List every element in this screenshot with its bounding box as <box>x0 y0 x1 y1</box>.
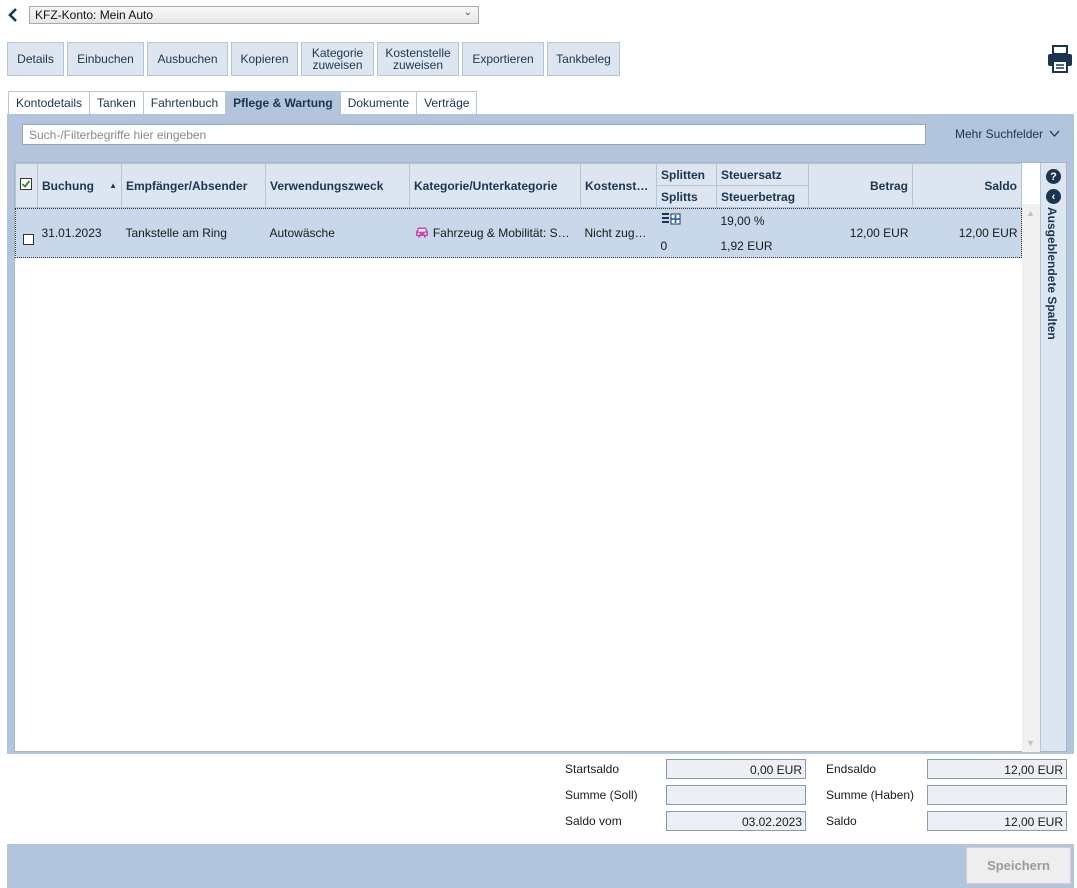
print-icon[interactable] <box>1047 45 1073 73</box>
col-saldo[interactable]: Saldo <box>912 163 1022 208</box>
details-button-label: Details <box>17 52 54 66</box>
car-icon <box>415 227 428 238</box>
row-checkbox[interactable] <box>15 207 38 258</box>
einbuchen-button-label: Einbuchen <box>77 52 134 66</box>
summary-section: Startsaldo 0,00 EUR Summe (Soll) Saldo v… <box>7 754 1074 844</box>
sort-asc-icon: ▲ <box>109 180 117 190</box>
tab-kontodetails[interactable]: Kontodetails <box>8 91 91 114</box>
tab-bar: Kontodetails Tanken Fahrtenbuch Pflege &… <box>8 91 478 114</box>
details-button[interactable]: Details <box>7 42 64 76</box>
saldo-field: 12,00 EUR <box>927 811 1067 831</box>
save-button[interactable]: Speichern <box>966 847 1071 884</box>
scroll-up-icon[interactable]: ▲ <box>1026 208 1035 218</box>
split-icon <box>661 213 680 225</box>
tankbeleg-button-label: Tankbeleg <box>556 52 611 66</box>
col-splitten[interactable]: Splitten <box>656 163 717 186</box>
kopieren-button[interactable]: Kopieren <box>231 42 298 76</box>
tab-fahrtenbuch[interactable]: Fahrtenbuch <box>142 91 227 114</box>
col-empfaenger[interactable]: Empfänger/Absender <box>121 163 266 208</box>
cell-buchung: 31.01.2023 <box>37 207 122 258</box>
cell-steuersatz: 19,00 % <box>716 207 809 234</box>
checkbox-unchecked-icon <box>22 234 34 246</box>
kostenstelle-zuweisen-button[interactable]: Kostenstelle zuweisen <box>377 42 459 76</box>
cell-kategorie: Fahrzeug & Mobilität: S… <box>409 207 581 258</box>
scroll-down-icon[interactable]: ▼ <box>1026 738 1035 748</box>
saldo-label: Saldo <box>826 814 857 828</box>
ausbuchen-button-label: Ausbuchen <box>157 52 218 66</box>
vertical-scrollbar[interactable]: ▲ ▼ <box>1022 204 1040 752</box>
endsaldo-field: 12,00 EUR <box>927 759 1067 779</box>
startsaldo-label: Startsaldo <box>565 762 620 776</box>
tab-vertraege[interactable]: Verträge <box>416 91 478 114</box>
chevron-down-icon <box>1049 130 1060 137</box>
cell-betrag: 12,00 EUR <box>808 207 913 258</box>
summe-haben-field <box>927 785 1067 805</box>
more-search-fields-button[interactable]: Mehr Suchfelder <box>955 127 1060 141</box>
cell-splitts: 0 <box>656 233 717 258</box>
col-steuersatz[interactable]: Steuersatz <box>716 163 809 186</box>
account-select[interactable]: KFZ-Konto: Mein Auto ⌄ <box>29 6 479 24</box>
account-select-value: KFZ-Konto: Mein Auto <box>35 8 154 22</box>
saldo-vom-label: Saldo vom <box>565 814 622 828</box>
endsaldo-label: Endsaldo <box>826 762 877 776</box>
kopieren-button-label: Kopieren <box>240 52 289 66</box>
col-buchung-label: Buchung <box>42 178 94 193</box>
saldo-vom-field: 03.02.2023 <box>666 811 806 831</box>
col-buchung[interactable]: Buchung ▲ <box>37 163 122 208</box>
tankbeleg-button[interactable]: Tankbeleg <box>547 42 620 76</box>
exportieren-button[interactable]: Exportieren <box>462 42 544 76</box>
tab-tanken[interactable]: Tanken <box>89 91 144 114</box>
cell-saldo: 12,00 EUR <box>912 207 1022 258</box>
hidden-columns-label: Ausgeblendete Spalten <box>1045 207 1059 340</box>
cell-verwendungszweck: Autowäsche <box>265 207 410 258</box>
exportieren-button-label: Exportieren <box>472 52 534 66</box>
summe-soll-label: Summe (Soll) <box>565 788 638 802</box>
col-kategorie[interactable]: Kategorie/Unterkategorie <box>409 163 581 208</box>
chevron-down-icon: ⌄ <box>463 7 472 18</box>
cell-kategorie-text: Fahrzeug & Mobilität: S… <box>432 225 570 240</box>
help-icon[interactable]: ? <box>1046 169 1061 184</box>
ausbuchen-button[interactable]: Ausbuchen <box>147 42 228 76</box>
cell-kostenstelle: Nicht zug… <box>580 207 657 258</box>
tab-dokumente[interactable]: Dokumente <box>339 91 418 114</box>
col-splitts[interactable]: Splitts <box>656 185 717 208</box>
cell-splitten[interactable] <box>656 207 717 234</box>
col-steuerbetrag[interactable]: Steuerbetrag <box>716 185 809 208</box>
chevron-left-icon[interactable]: ‹ <box>1046 189 1061 204</box>
search-input[interactable]: Such-/Filterbegriffe hier eingeben <box>22 124 926 145</box>
cell-empfaenger: Tankstelle am Ring <box>121 207 266 258</box>
hidden-columns-panel[interactable]: ? ‹ Ausgeblendete Spalten <box>1040 163 1066 751</box>
table-row[interactable]: 31.01.2023 Tankstelle am Ring Autowäsche… <box>15 207 1022 258</box>
main-panel: Such-/Filterbegriffe hier eingeben Mehr … <box>7 114 1074 844</box>
cell-steuerbetrag: 1,92 EUR <box>716 233 809 258</box>
transaction-table: Buchung ▲ Empfänger/Absender Verwendungs… <box>15 163 1022 258</box>
summe-haben-label: Summe (Haben) <box>826 788 915 802</box>
toolbar: Details Einbuchen Ausbuchen Kopieren Kat… <box>7 42 620 76</box>
col-betrag[interactable]: Betrag <box>808 163 913 208</box>
bottom-bar: Speichern <box>7 844 1074 888</box>
kostenstelle-button-line2: zuweisen <box>392 58 444 72</box>
kategorie-button-line2: zuweisen <box>312 58 363 72</box>
select-all-checkbox[interactable] <box>15 163 38 208</box>
checkbox-checked-icon <box>20 178 32 190</box>
einbuchen-button[interactable]: Einbuchen <box>67 42 144 76</box>
startsaldo-field: 0,00 EUR <box>666 759 806 779</box>
summe-soll-field <box>666 785 806 805</box>
search-placeholder: Such-/Filterbegriffe hier eingeben <box>29 128 207 142</box>
back-icon[interactable] <box>6 6 20 24</box>
kategorie-zuweisen-button[interactable]: Kategorie zuweisen <box>301 42 374 76</box>
tab-pflege-wartung[interactable]: Pflege & Wartung <box>225 91 341 114</box>
more-search-fields-label: Mehr Suchfelder <box>955 127 1044 141</box>
transaction-grid: Buchung ▲ Empfänger/Absender Verwendungs… <box>14 162 1067 752</box>
col-kostenstelle[interactable]: Kostenst… <box>580 163 657 208</box>
col-verwendungszweck[interactable]: Verwendungszweck <box>265 163 410 208</box>
